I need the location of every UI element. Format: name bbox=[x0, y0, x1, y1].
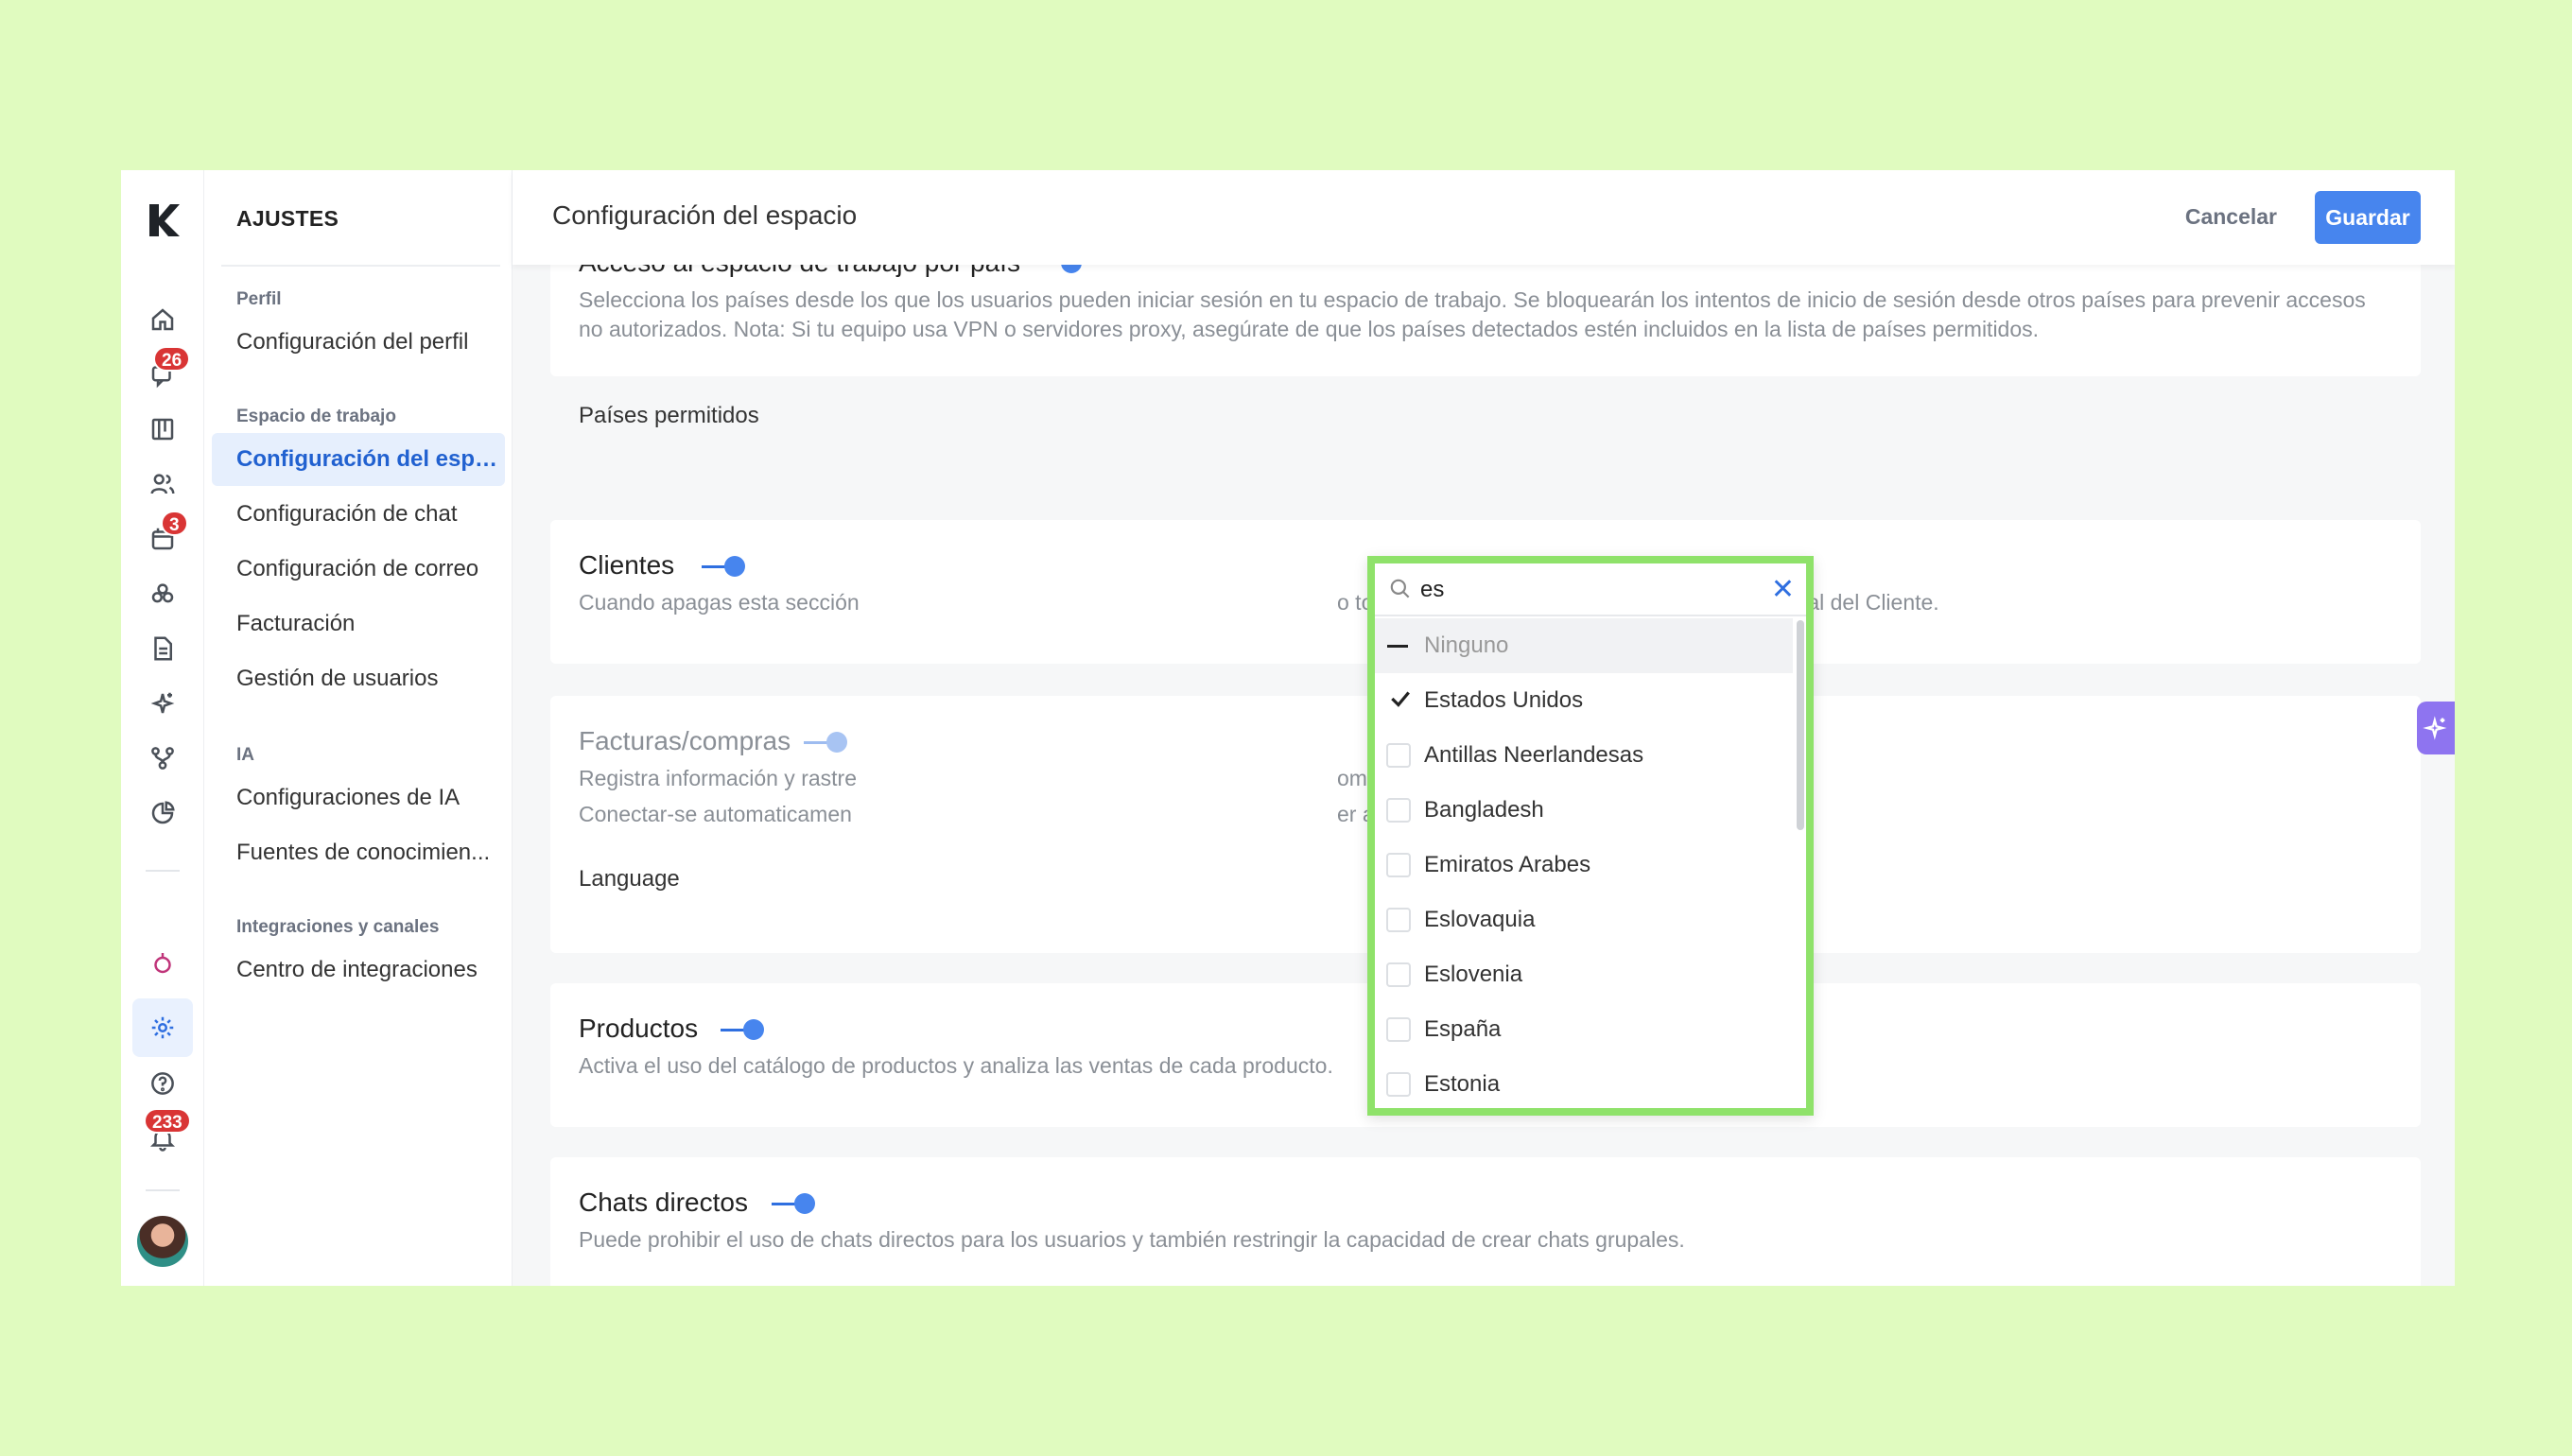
reports-icon[interactable] bbox=[144, 794, 182, 832]
option-eslovenia[interactable]: Eslovenia bbox=[1375, 947, 1793, 1002]
invoices-description-line2-start: Conectar-se automaticamen bbox=[579, 802, 852, 826]
option-label: Bangladesh bbox=[1424, 797, 1544, 823]
ai-assistant-button[interactable] bbox=[2417, 702, 2455, 754]
section-title-workspace: Espacio de trabajo bbox=[236, 407, 396, 426]
app-logo-icon[interactable] bbox=[142, 199, 183, 240]
allowed-countries-label: Países permitidos bbox=[579, 403, 759, 428]
invoices-title: Facturas/compras bbox=[579, 726, 791, 755]
section-title-ai: IA bbox=[236, 745, 254, 765]
option-estados-unidos[interactable]: Estados Unidos bbox=[1375, 673, 1793, 728]
section-title-integrations: Integraciones y canales bbox=[236, 917, 440, 937]
app-icon[interactable] bbox=[144, 944, 182, 981]
sidebar-item-profile-settings[interactable]: Configuración del perfil bbox=[212, 316, 505, 369]
groups-icon[interactable] bbox=[144, 575, 182, 613]
minus-icon bbox=[1387, 645, 1408, 648]
cancel-button[interactable]: Cancelar bbox=[2185, 204, 2277, 230]
invoices-description-line1-start: Registra información y rastre bbox=[579, 766, 857, 790]
dropdown-scrollbar[interactable] bbox=[1797, 620, 1804, 830]
flow-icon[interactable] bbox=[144, 739, 182, 777]
document-icon[interactable] bbox=[144, 630, 182, 667]
option-label: Estonia bbox=[1424, 1071, 1501, 1097]
option-espana[interactable]: España bbox=[1375, 1002, 1793, 1057]
direct-chats-card: Chats directos Puede prohibir el uso de … bbox=[550, 1157, 2421, 1286]
save-button[interactable]: Guardar bbox=[2315, 191, 2421, 244]
checkbox[interactable] bbox=[1386, 908, 1411, 932]
sidebar-heading: AJUSTES bbox=[236, 206, 339, 231]
chat-count-badge: 26 bbox=[153, 346, 191, 372]
checkmark-icon bbox=[1391, 691, 1410, 707]
country-search-input[interactable] bbox=[1420, 571, 1742, 609]
clients-toggle[interactable] bbox=[702, 556, 749, 577]
country-access-description: Selecciona los países desde los que los … bbox=[579, 287, 2366, 341]
option-antillas-neerlandesas[interactable]: Antillas Neerlandesas bbox=[1375, 728, 1793, 783]
calendar-count-badge: 3 bbox=[161, 511, 188, 536]
option-emiratos-arabes[interactable]: Emiratos Arabes bbox=[1375, 838, 1793, 893]
sidebar-item-integrations-center[interactable]: Centro de integraciones bbox=[212, 944, 505, 997]
notifications-count-badge: 233 bbox=[144, 1108, 191, 1134]
settings-sidebar: AJUSTES Perfil Configuración del perfil … bbox=[204, 170, 513, 1286]
settings-icon[interactable] bbox=[132, 998, 193, 1057]
direct-chats-title: Chats directos bbox=[579, 1187, 748, 1217]
sidebar-divider bbox=[221, 265, 500, 267]
clients-description-start: Cuando apagas esta sección bbox=[579, 590, 860, 615]
checkbox[interactable] bbox=[1386, 962, 1411, 987]
option-label: Antillas Neerlandesas bbox=[1424, 742, 1644, 768]
checkbox[interactable] bbox=[1386, 798, 1411, 823]
option-bangladesh[interactable]: Bangladesh bbox=[1375, 783, 1793, 838]
clients-title: Clientes bbox=[579, 550, 675, 580]
contacts-icon[interactable] bbox=[144, 465, 182, 503]
country-search-bar: ✕ bbox=[1375, 563, 1806, 616]
option-eslovaquia[interactable]: Eslovaquia bbox=[1375, 893, 1793, 947]
board-icon[interactable] bbox=[144, 410, 182, 448]
sparkles-icon[interactable] bbox=[144, 685, 182, 722]
option-label: Eslovaquia bbox=[1424, 907, 1536, 932]
sidebar-item-knowledge-sources[interactable]: Fuentes de conocimien... bbox=[212, 826, 505, 879]
section-title-perfil: Perfil bbox=[236, 289, 282, 309]
products-title: Productos bbox=[579, 1014, 699, 1043]
icon-rail: 26 3 233 bbox=[121, 170, 204, 1286]
direct-chats-toggle[interactable] bbox=[772, 1193, 819, 1214]
checkbox[interactable] bbox=[1386, 1072, 1411, 1097]
sidebar-item-mail-settings[interactable]: Configuración de correo bbox=[212, 543, 505, 596]
sidebar-item-billing[interactable]: Facturación bbox=[212, 598, 505, 650]
option-label: Eslovenia bbox=[1424, 962, 1523, 987]
home-icon[interactable] bbox=[144, 301, 182, 338]
option-label: España bbox=[1424, 1016, 1502, 1042]
option-label: Ninguno bbox=[1424, 633, 1509, 658]
option-none[interactable]: Ninguno bbox=[1375, 618, 1793, 673]
option-label: Emiratos Arabes bbox=[1424, 852, 1591, 877]
page-title: Configuración del espacio bbox=[552, 200, 858, 230]
products-toggle[interactable] bbox=[721, 1019, 768, 1040]
invoices-toggle[interactable] bbox=[804, 732, 851, 753]
user-avatar[interactable] bbox=[137, 1216, 188, 1267]
search-icon bbox=[1390, 579, 1410, 598]
sidebar-item-chat-settings[interactable]: Configuración de chat bbox=[212, 488, 505, 541]
help-icon[interactable] bbox=[144, 1065, 182, 1102]
sidebar-item-user-management[interactable]: Gestión de usuarios bbox=[212, 652, 505, 705]
sparkles-icon bbox=[2423, 716, 2447, 740]
country-dropdown: ✕ Ninguno Estados Unidos Antillas Neerla… bbox=[1367, 556, 1814, 1116]
rail-divider bbox=[146, 1189, 180, 1191]
page-header: Configuración del espacio Cancelar Guard… bbox=[513, 170, 2455, 265]
sidebar-item-workspace-settings[interactable]: Configuración del espa... bbox=[212, 433, 505, 486]
direct-chats-description: Puede prohibir el uso de chats directos … bbox=[579, 1227, 1685, 1252]
main-content: Configuración del espacio Cancelar Guard… bbox=[513, 170, 2455, 1286]
checkbox[interactable] bbox=[1386, 853, 1411, 877]
app-window: 26 3 233 AJUSTES Perfil Configuración de… bbox=[121, 170, 2455, 1286]
language-label: Language bbox=[579, 866, 680, 892]
sidebar-item-ai-settings[interactable]: Configuraciones de IA bbox=[212, 771, 505, 824]
option-label: Estados Unidos bbox=[1424, 687, 1584, 713]
checkbox[interactable] bbox=[1386, 743, 1411, 768]
checkbox[interactable] bbox=[1386, 1017, 1411, 1042]
option-estonia[interactable]: Estonia bbox=[1375, 1057, 1793, 1108]
rail-divider bbox=[146, 870, 180, 872]
clear-search-icon[interactable]: ✕ bbox=[1771, 571, 1795, 609]
country-options-list: Ninguno Estados Unidos Antillas Neerland… bbox=[1375, 618, 1806, 1108]
